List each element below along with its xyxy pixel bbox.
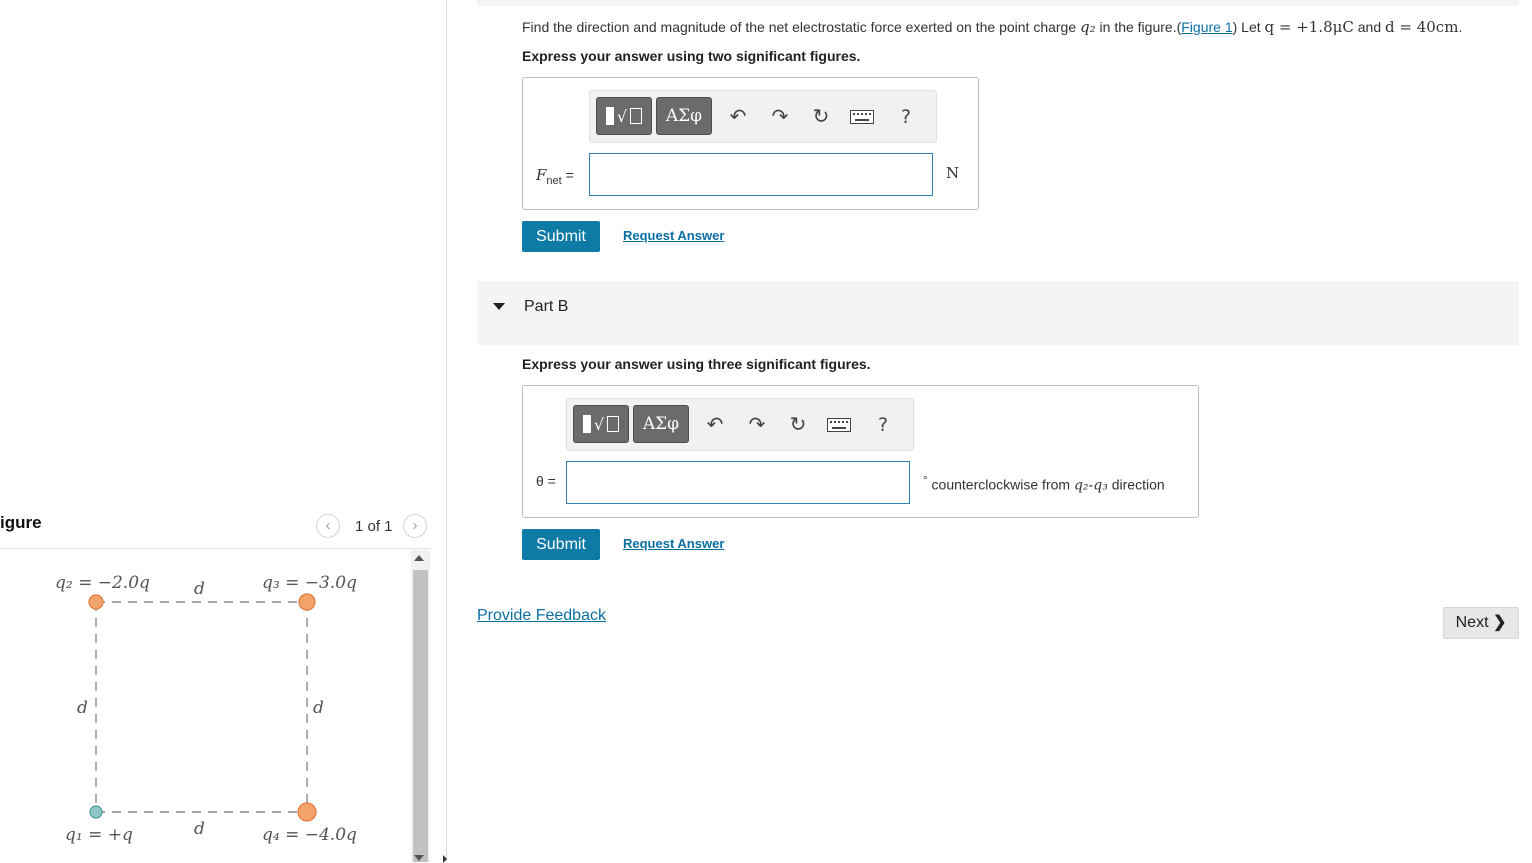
greek-symbols-button[interactable]: ΑΣφ (633, 405, 689, 443)
charge-q3 (298, 593, 316, 611)
fnet-symbol: F (536, 166, 547, 184)
undo-icon[interactable]: ↶ (724, 102, 752, 132)
undo-icon[interactable]: ↶ (701, 410, 729, 440)
radical-icon: √ (593, 414, 605, 434)
fnet-input[interactable] (589, 153, 933, 196)
part-b-request-answer-link[interactable]: Request Answer (623, 536, 724, 551)
greek-symbols-button[interactable]: ΑΣφ (656, 97, 712, 135)
redo-icon[interactable]: ↷ (766, 102, 794, 132)
chevron-right-icon: ❯ (1492, 614, 1507, 631)
figure-title: igure (0, 513, 42, 532)
templates-button[interactable]: √ (596, 97, 652, 135)
reset-icon[interactable]: ↻ (784, 410, 812, 440)
figure-scroll-thumb[interactable] (413, 570, 428, 862)
chevron-left-icon: ‹ (325, 517, 331, 534)
part-b-header[interactable] (477, 281, 1519, 345)
theta-unit: ° counterclockwise from q₂-q₃ direction (923, 474, 1165, 494)
next-button[interactable]: Next ❯ (1443, 607, 1519, 639)
theta-unit-text: counterclockwise from (927, 476, 1074, 493)
help-button[interactable]: ? (869, 410, 897, 440)
scroll-down-icon[interactable] (414, 855, 424, 861)
theta-label: θ = (536, 473, 556, 489)
part-b-title: Part B (524, 298, 569, 315)
and-text: and (1353, 19, 1386, 35)
figure-counter: 1 of 1 (355, 518, 393, 535)
scroll-up-icon[interactable] (414, 555, 424, 561)
problem-mid: in the figure.( (1095, 19, 1182, 35)
part-a-submit-button[interactable]: Submit (522, 221, 600, 252)
chevron-right-icon: › (412, 517, 418, 534)
part-a-math-toolbar: √ ΑΣφ ↶ ↷ ↻ ? (589, 90, 937, 143)
caret-down-icon[interactable] (493, 303, 505, 310)
problem-charge: q₂ (1080, 18, 1096, 36)
radical-icon: √ (616, 106, 628, 126)
templates-button[interactable]: √ (573, 405, 629, 443)
part-b-math-toolbar: √ ΑΣφ ↶ ↷ ↻ ? (566, 398, 914, 451)
label-q2: q₂ = −2.0q (55, 573, 150, 593)
problem-period: . (1458, 19, 1463, 35)
fnet-equals: = (561, 167, 574, 183)
figure-prev-button[interactable]: ‹ (316, 514, 340, 538)
fnet-label: Fnet = (536, 166, 574, 187)
part-b-instruction: Express your answer using three signific… (522, 356, 871, 372)
d-value: d = 40cm (1385, 18, 1459, 36)
template-block-icon (605, 107, 614, 125)
label-q1: q₁ = +q (65, 825, 133, 845)
q-value: q = +1.8μC (1264, 18, 1354, 36)
keyboard-icon[interactable] (848, 102, 876, 132)
label-d-bottom: d (194, 819, 205, 839)
theta-unit-charges: q₂-q₃ (1073, 477, 1108, 494)
template-box-icon (607, 416, 620, 432)
label-q3: q₃ = −3.0q (262, 573, 357, 593)
figure-next-button[interactable]: › (403, 514, 427, 538)
panel-divider (446, 0, 447, 862)
fnet-subscript: net (546, 174, 562, 187)
theta-unit-end: direction (1107, 476, 1165, 493)
template-box-icon (630, 108, 643, 124)
figure-link[interactable]: Figure 1 (1181, 19, 1232, 35)
figure-divider (0, 548, 432, 549)
part-b-submit-button[interactable]: Submit (522, 529, 600, 560)
part-a-instruction: Express your answer using two significan… (522, 48, 861, 64)
template-block-icon (582, 415, 591, 433)
provide-feedback-link[interactable]: Provide Feedback (477, 607, 606, 625)
keyboard-icon[interactable] (825, 410, 853, 440)
next-label: Next (1455, 614, 1489, 631)
fnet-unit: N (946, 164, 960, 182)
charge-q1 (89, 805, 103, 819)
problem-statement: Find the direction and magnitude of the … (522, 18, 1462, 36)
label-d-left: d (77, 698, 88, 718)
charge-q2 (88, 594, 104, 610)
redo-icon[interactable]: ↷ (743, 410, 771, 440)
charge-q4 (297, 802, 317, 822)
reset-icon[interactable]: ↻ (807, 102, 835, 132)
label-d-top: d (194, 579, 205, 599)
label-d-right: d (313, 698, 324, 718)
help-button[interactable]: ? (892, 102, 920, 132)
label-q4: q₄ = −4.0q (262, 825, 357, 845)
charge-figure: q₂ = −2.0q q₃ = −3.0q q₁ = +q q₄ = −4.0q… (55, 573, 357, 845)
theta-input[interactable] (566, 461, 910, 504)
problem-prefix: Find the direction and magnitude of the … (522, 19, 1081, 35)
problem-after-link: ) Let (1232, 19, 1265, 35)
part-a-header-strip (477, 0, 1519, 6)
part-a-request-answer-link[interactable]: Request Answer (623, 228, 724, 243)
